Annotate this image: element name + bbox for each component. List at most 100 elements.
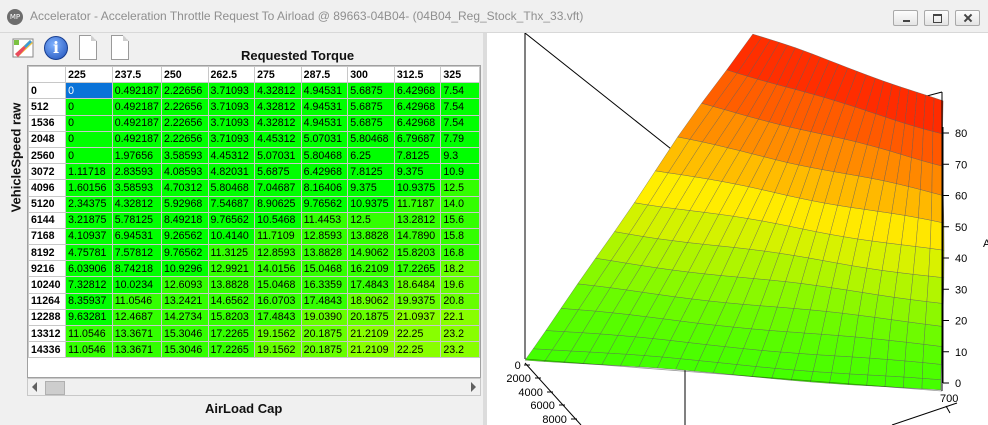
row-header[interactable]: 14336: [28, 341, 67, 359]
table-cell[interactable]: 12.9921: [207, 260, 256, 278]
row-header[interactable]: 13312: [28, 324, 67, 343]
table-cell[interactable]: 5.80468: [300, 146, 349, 165]
horizontal-scrollbar[interactable]: [27, 378, 481, 396]
table-cell[interactable]: 1.11718: [65, 163, 113, 181]
table-cell[interactable]: 9.63281: [65, 308, 113, 327]
table-cell[interactable]: 9.3: [440, 146, 480, 165]
table-cell[interactable]: 18.2: [440, 260, 480, 278]
table-cell[interactable]: 2.22656: [160, 114, 209, 132]
table-cell[interactable]: 11.0546: [65, 341, 113, 359]
table-cell[interactable]: 4.82031: [207, 163, 256, 181]
table-cell[interactable]: 15.0468: [300, 260, 349, 278]
table-cell[interactable]: 8.90625: [254, 195, 302, 213]
minimize-button[interactable]: [893, 10, 918, 26]
table-cell[interactable]: 18.9062: [347, 292, 395, 310]
table-cell[interactable]: 18.6484: [393, 276, 442, 294]
table-cell[interactable]: 20.1875: [300, 341, 349, 359]
table-cell[interactable]: 4.45312: [207, 146, 256, 165]
table-cell[interactable]: 3.71093: [207, 114, 256, 132]
table-cell[interactable]: 5.6875: [347, 98, 395, 116]
table-cell[interactable]: 16.2109: [347, 260, 395, 278]
table-cell[interactable]: 15.3046: [160, 341, 209, 359]
table-cell[interactable]: 5.07031: [254, 146, 302, 165]
table-cell[interactable]: 19.0390: [300, 308, 349, 327]
table-cell[interactable]: 2.22656: [160, 130, 209, 148]
table-cell[interactable]: 4.45312: [254, 130, 302, 148]
row-header[interactable]: 2048: [28, 130, 67, 148]
table-cell[interactable]: 12.8593: [300, 227, 349, 246]
table-cell[interactable]: 3.58593: [111, 179, 162, 197]
row-header[interactable]: 6144: [28, 211, 67, 229]
table-cell[interactable]: 17.2265: [207, 324, 256, 343]
table-cell[interactable]: 1.60156: [65, 179, 113, 197]
table-cell[interactable]: 3.71093: [207, 98, 256, 116]
document-icon[interactable]: [106, 34, 134, 62]
table-cell[interactable]: 0: [65, 130, 113, 148]
table-cell[interactable]: 7.57812: [111, 244, 162, 262]
table-cell[interactable]: 13.2812: [393, 211, 442, 229]
table-cell[interactable]: 11.0546: [65, 324, 113, 343]
row-header[interactable]: 7168: [28, 227, 67, 246]
table-cell[interactable]: 8.35937: [65, 292, 113, 310]
table-cell[interactable]: 10.5468: [254, 211, 302, 229]
table-cell[interactable]: 12.4687: [111, 308, 162, 327]
column-header[interactable]: 287.5: [300, 66, 349, 84]
table-cell[interactable]: 13.3671: [111, 341, 162, 359]
table-cell[interactable]: 11.0546: [111, 292, 162, 310]
table-cell[interactable]: 6.42968: [393, 98, 442, 116]
table-cell[interactable]: 0: [65, 98, 113, 116]
row-header[interactable]: 512: [28, 98, 67, 116]
table-cell[interactable]: 15.3046: [160, 324, 209, 343]
table-cell[interactable]: 4.32812: [254, 98, 302, 116]
table-cell[interactable]: 2.22656: [160, 98, 209, 116]
table-cell[interactable]: 16.8: [440, 244, 480, 262]
table-cell[interactable]: 0.492187: [111, 130, 162, 148]
table-cell[interactable]: 8.49218: [160, 211, 209, 229]
table-cell[interactable]: 4.10937: [65, 227, 113, 246]
table-cell[interactable]: 5.6875: [347, 114, 395, 132]
table-cell[interactable]: 1.97656: [111, 146, 162, 165]
table-cell[interactable]: 10.4140: [207, 227, 256, 246]
row-header[interactable]: 2560: [28, 146, 67, 165]
table-cell[interactable]: 7.54687: [207, 195, 256, 213]
table-cell[interactable]: 6.42968: [393, 114, 442, 132]
row-header[interactable]: 10240: [28, 276, 67, 294]
table-cell[interactable]: 6.94531: [111, 227, 162, 246]
table-cell[interactable]: 14.0: [440, 195, 480, 213]
table-cell[interactable]: 9.375: [393, 163, 442, 181]
table-cell[interactable]: 0.492187: [111, 114, 162, 132]
row-header[interactable]: 0: [28, 82, 67, 100]
table-cell[interactable]: 7.54: [440, 98, 480, 116]
column-header[interactable]: 275: [254, 66, 302, 84]
table-cell[interactable]: 10.9375: [393, 179, 442, 197]
table-cell[interactable]: 4.32812: [254, 114, 302, 132]
table-cell[interactable]: 11.3125: [207, 244, 256, 262]
table-cell[interactable]: 7.8125: [393, 146, 442, 165]
table-cell[interactable]: 22.1: [440, 308, 480, 327]
table-cell[interactable]: 12.8593: [254, 244, 302, 262]
table-cell[interactable]: 14.6562: [207, 292, 256, 310]
column-header[interactable]: 237.5: [111, 66, 162, 84]
table-cell[interactable]: 16.0703: [254, 292, 302, 310]
table-cell[interactable]: 17.4843: [347, 276, 395, 294]
info-icon[interactable]: i: [42, 34, 70, 62]
table-cell[interactable]: 3.21875: [65, 211, 113, 229]
row-header[interactable]: 8192: [28, 244, 67, 262]
column-header[interactable]: 225: [65, 66, 113, 84]
table-cell[interactable]: 0.492187: [111, 82, 162, 100]
data-table[interactable]: 225 237.5 250 262.5 275 287.5 300 312.5 325 0 0 0.…: [27, 65, 481, 378]
table-cell[interactable]: 9.375: [347, 179, 395, 197]
column-header[interactable]: 250: [160, 66, 209, 84]
table-cell[interactable]: 5.80468: [347, 130, 395, 148]
palette-icon[interactable]: [10, 34, 38, 62]
table-cell[interactable]: 10.9296: [160, 260, 209, 278]
table-cell[interactable]: 17.4843: [300, 292, 349, 310]
table-cell[interactable]: 14.9062: [347, 244, 395, 262]
table-cell[interactable]: 10.9: [440, 163, 480, 181]
table-cell[interactable]: 12.5: [347, 211, 395, 229]
table-cell[interactable]: 4.32812: [111, 195, 162, 213]
table-cell[interactable]: 9.76562: [160, 244, 209, 262]
table-cell[interactable]: 9.26562: [160, 227, 209, 246]
table-cell[interactable]: 13.2421: [160, 292, 209, 310]
table-cell[interactable]: 0.492187: [111, 98, 162, 116]
